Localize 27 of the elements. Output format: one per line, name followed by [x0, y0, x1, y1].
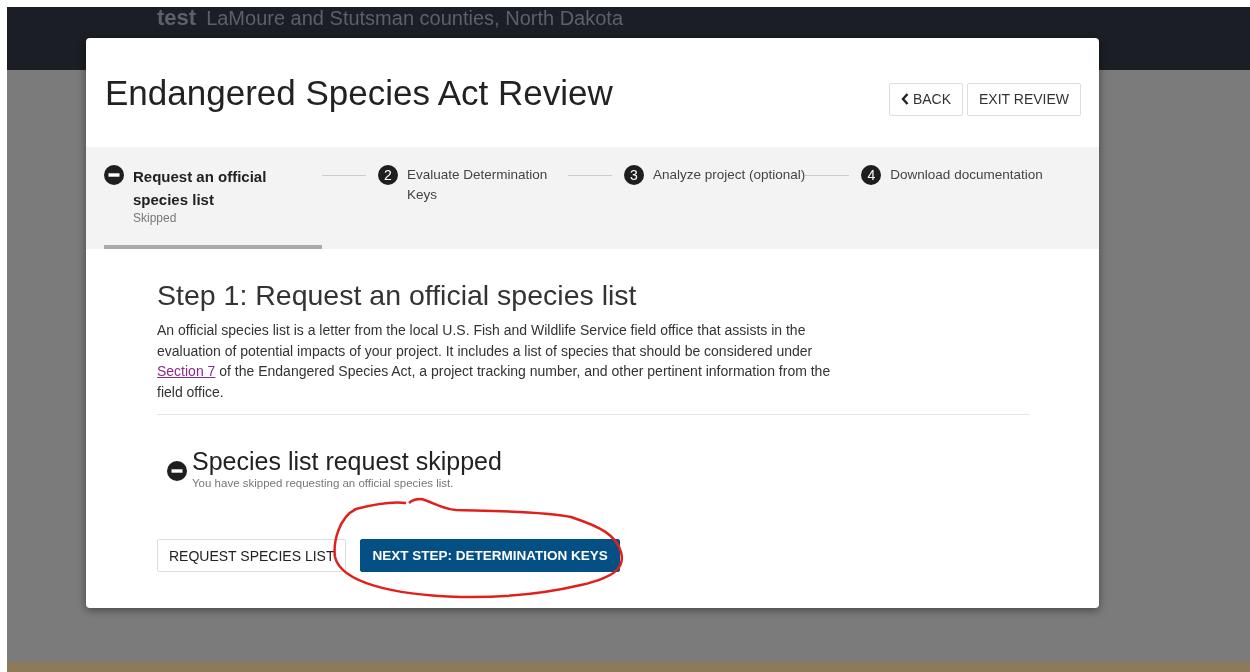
- minus-icon: [104, 165, 124, 185]
- chevron-left-icon: [900, 93, 909, 105]
- step-label: Download documentation: [890, 166, 1043, 184]
- back-button[interactable]: BACK: [888, 82, 963, 116]
- step-number: 2: [378, 165, 398, 185]
- project-location: LaMoure and Stutsman counties, North Dakota: [206, 7, 624, 29]
- step-label: Evaluate Determination Keys: [407, 166, 549, 204]
- progress-step[interactable]: 2 Evaluate Determination Keys: [378, 147, 568, 249]
- request-species-list-button[interactable]: REQUEST SPECIES LIST: [157, 539, 347, 572]
- minus-icon: [167, 461, 187, 481]
- progress-step[interactable]: 3 Analyze project (optional): [624, 147, 806, 249]
- step-number: 4: [861, 165, 882, 185]
- dialog-title: Endangered Species Act Review: [105, 73, 613, 113]
- progress-step[interactable]: 4 Download documentation: [861, 147, 1043, 249]
- step-status: Skipped: [133, 211, 178, 225]
- project-name: test: [157, 7, 197, 29]
- section-link[interactable]: Section 7: [157, 363, 216, 379]
- exit-review-button[interactable]: EXIT REVIEW: [967, 82, 1081, 116]
- step-label: Request an official species list: [133, 167, 268, 210]
- step-number: 3: [624, 165, 644, 185]
- step-label: Analyze project (optional): [653, 166, 806, 184]
- result-heading: Species list request skipped: [192, 447, 502, 476]
- progress-step[interactable]: Request an official species list Skipped: [104, 147, 322, 249]
- result-message: You have skipped requesting an official species list.: [192, 477, 455, 489]
- step-description: An official species list is a letter from the local U.S. Fish and Wildlife Service field office that assists in the evaluation of potential impacts of your project. It includes a list of species that should be considered under Section 7 of the Endangered Species Act, a project tracking number, and other pertinent information from the field office.: [157, 321, 832, 402]
- step-heading: Step 1: Request an official species list: [157, 279, 638, 312]
- next-step-button[interactable]: NEXT STEP: DETERMINATION KEYS: [360, 539, 620, 572]
